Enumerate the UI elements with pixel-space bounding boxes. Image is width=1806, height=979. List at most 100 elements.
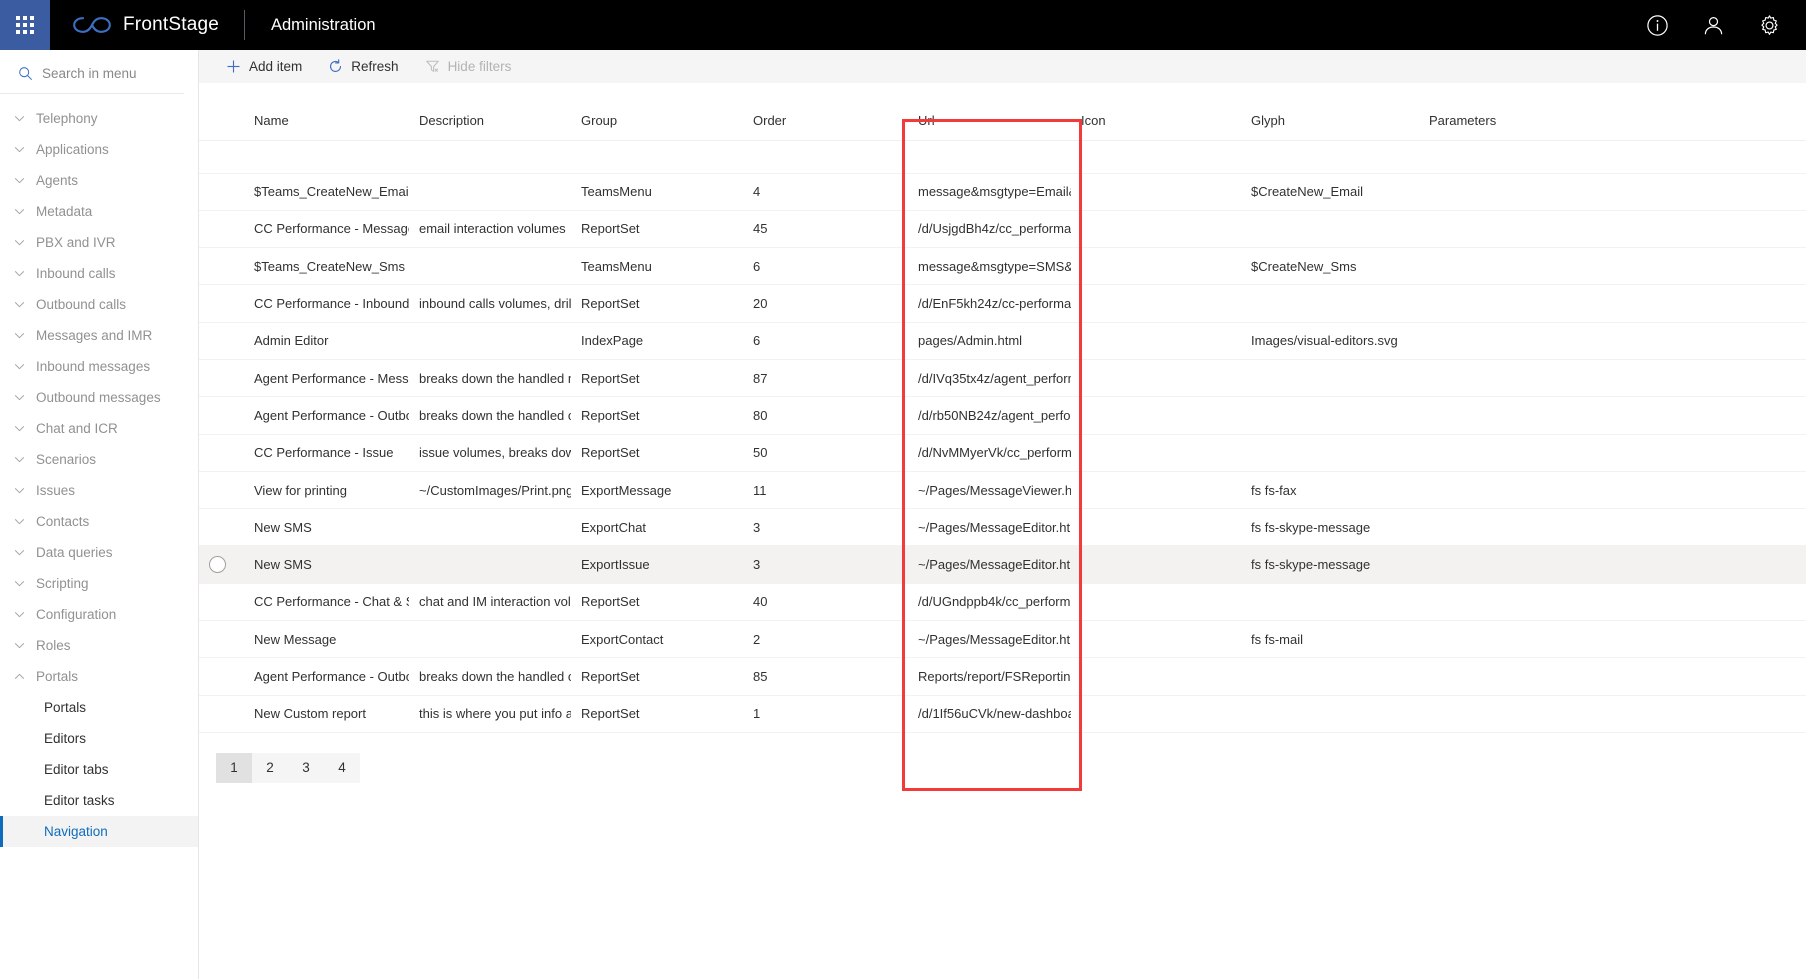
filter-cell[interactable]	[1071, 140, 1241, 174]
page-button-3[interactable]: 3	[288, 752, 324, 783]
row-select-cell[interactable]	[199, 396, 244, 435]
info-icon[interactable]	[1638, 6, 1676, 44]
filter-cell[interactable]	[1241, 140, 1419, 174]
cell-icon-text	[1071, 520, 1081, 535]
row-select-cell[interactable]	[199, 210, 244, 249]
cell-description: ~/CustomImages/Print.png	[409, 471, 571, 510]
row-select-cell[interactable]	[199, 508, 244, 547]
hide-filters-button[interactable]: Hide filters	[414, 51, 523, 82]
row-select-cell[interactable]	[199, 322, 244, 360]
column-header-parameters[interactable]: Parameters	[1419, 101, 1806, 141]
filter-cell[interactable]	[908, 140, 1071, 174]
sidebar-group-outbound-calls[interactable]: Outbound calls	[0, 289, 198, 320]
account-icon[interactable]	[1694, 6, 1732, 44]
cell-description	[409, 545, 571, 584]
sidebar-item-editor-tasks[interactable]: Editor tasks	[0, 785, 198, 816]
column-header-group[interactable]: Group	[571, 101, 743, 141]
page-button-2[interactable]: 2	[252, 752, 288, 783]
cell-group-text: ReportSet	[581, 221, 640, 237]
table-row[interactable]: New SMS ExportIssue 3 ~/Pages/MessageEditor…	[199, 545, 1806, 584]
table-row[interactable]: Agent Performance - Outboun... breaks dow…	[199, 396, 1806, 435]
table-row[interactable]: CC Performance - Message De... email inte…	[199, 210, 1806, 249]
table-row[interactable]: CC Performance - Chat & SM ... chat and I…	[199, 583, 1806, 622]
brand[interactable]: FrontStage	[50, 14, 219, 36]
cell-order-text: 45	[753, 221, 768, 237]
column-header-name[interactable]: Name	[244, 101, 409, 141]
filter-cell[interactable]	[244, 140, 409, 174]
row-select-cell[interactable]	[199, 657, 244, 696]
column-header-label: Name	[254, 112, 289, 128]
sidebar-group-telephony[interactable]: Telephony	[0, 103, 198, 134]
refresh-button[interactable]: Refresh	[317, 51, 409, 82]
row-select-cell[interactable]	[199, 434, 244, 472]
sidebar-group-inbound-calls[interactable]: Inbound calls	[0, 258, 198, 289]
column-header-order[interactable]: Order	[743, 101, 908, 141]
page-button-1[interactable]: 1	[216, 752, 252, 783]
column-header-icon[interactable]: Icon	[1071, 101, 1241, 141]
settings-gear-icon[interactable]	[1750, 6, 1788, 44]
row-select-cell[interactable]	[199, 620, 244, 659]
sidebar-group-roles[interactable]: Roles	[0, 630, 198, 661]
table-row[interactable]: New Custom report this is where you put i…	[199, 695, 1806, 733]
column-header-url[interactable]: Url	[908, 101, 1071, 141]
sidebar-item-navigation[interactable]: Navigation	[0, 816, 198, 847]
cell-parameters	[1419, 620, 1806, 659]
table-row[interactable]: CC Performance - Issue issue volumes, bre…	[199, 434, 1806, 472]
table-row[interactable]: $Teams_CreateNew_Email TeamsMenu 4 message&…	[199, 173, 1806, 211]
column-header-glyph[interactable]: Glyph	[1241, 101, 1419, 141]
sidebar-group-contacts[interactable]: Contacts	[0, 506, 198, 537]
cell-icon	[1071, 545, 1241, 584]
table-row[interactable]: Agent Performance - Message... breaks dow…	[199, 359, 1806, 398]
row-select-cell[interactable]	[199, 247, 244, 286]
cell-name-text: CC Performance - Message De...	[254, 221, 409, 237]
filter-cell[interactable]	[409, 140, 571, 174]
cell-group: ExportContact	[571, 620, 743, 659]
sidebar-group-applications[interactable]: Applications	[0, 134, 198, 165]
table-row[interactable]: New Message ExportContact 2 ~/Pages/Message…	[199, 620, 1806, 659]
table-row[interactable]: View for printing ~/CustomImages/Print.pn…	[199, 471, 1806, 510]
filter-cell[interactable]	[743, 140, 908, 174]
row-select-radio[interactable]	[209, 556, 226, 574]
sidebar-item-editors[interactable]: Editors	[0, 723, 198, 754]
filter-cell[interactable]	[571, 140, 743, 174]
cell-icon-text	[1071, 594, 1081, 609]
sidebar-group-issues[interactable]: Issues	[0, 475, 198, 506]
sidebar-item-portals[interactable]: Portals	[0, 692, 198, 723]
sidebar-item-editor-tabs[interactable]: Editor tabs	[0, 754, 198, 785]
column-header-description[interactable]: Description	[409, 101, 571, 141]
sidebar-group-agents[interactable]: Agents	[0, 165, 198, 196]
row-select-cell[interactable]	[199, 583, 244, 622]
filter-cell[interactable]	[1419, 140, 1806, 174]
row-select-cell[interactable]	[199, 545, 244, 584]
cell-name-text: CC Performance - Inbound Cal...	[254, 296, 409, 312]
filter-cell[interactable]	[199, 140, 244, 174]
row-select-cell[interactable]	[199, 173, 244, 211]
sidebar-group-scenarios[interactable]: Scenarios	[0, 444, 198, 475]
add-item-button[interactable]: Add item	[215, 51, 313, 82]
sidebar-group-portals[interactable]: Portals	[0, 661, 198, 692]
table-row[interactable]: $Teams_CreateNew_Sms TeamsMenu 6 message&ms…	[199, 247, 1806, 286]
row-select-cell[interactable]	[199, 359, 244, 398]
row-select-cell[interactable]	[199, 471, 244, 510]
search-input[interactable]: Search in menu	[0, 54, 184, 94]
table-row[interactable]: CC Performance - Inbound Cal... inbound c…	[199, 284, 1806, 323]
row-select-cell[interactable]	[199, 284, 244, 323]
cell-url-text: /d/1If56uCVk/new-dashboard...	[918, 706, 1071, 722]
table-row[interactable]: Agent Performance - Outboun... breaks dow…	[199, 657, 1806, 696]
sidebar-group-scripting[interactable]: Scripting	[0, 568, 198, 599]
table-row[interactable]: New SMS ExportChat 3 ~/Pages/MessageEditor.…	[199, 508, 1806, 547]
sidebar-group-metadata[interactable]: Metadata	[0, 196, 198, 227]
cell-parameters	[1419, 247, 1806, 286]
app-launcher-button[interactable]	[0, 0, 50, 50]
sidebar-group-inbound-messages[interactable]: Inbound messages	[0, 351, 198, 382]
sidebar-group-pbx-and-ivr[interactable]: PBX and IVR	[0, 227, 198, 258]
sidebar-group-outbound-messages[interactable]: Outbound messages	[0, 382, 198, 413]
add-item-label: Add item	[249, 59, 303, 74]
sidebar-group-messages-and-imr[interactable]: Messages and IMR	[0, 320, 198, 351]
sidebar-group-data-queries[interactable]: Data queries	[0, 537, 198, 568]
sidebar-group-configuration[interactable]: Configuration	[0, 599, 198, 630]
page-button-4[interactable]: 4	[324, 752, 360, 783]
table-row[interactable]: Admin Editor IndexPage 6 pages/Admin.html Im…	[199, 322, 1806, 360]
sidebar-group-chat-and-icr[interactable]: Chat and ICR	[0, 413, 198, 444]
row-select-cell[interactable]	[199, 695, 244, 733]
